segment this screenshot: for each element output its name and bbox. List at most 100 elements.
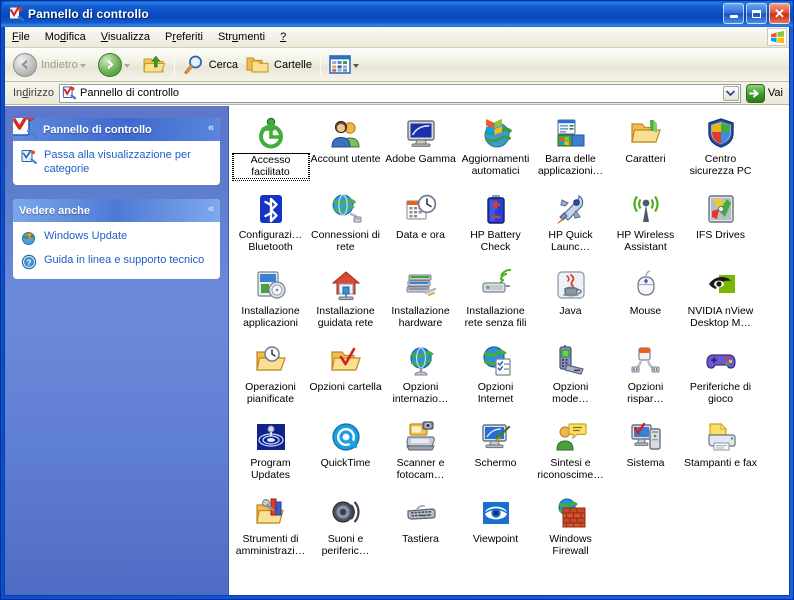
control-panel-item[interactable]: Schermo [458, 418, 533, 494]
control-panel-item[interactable]: HP Battery Check [458, 190, 533, 266]
views-dropdown-icon[interactable] [352, 64, 359, 68]
control-panel-item-label: Adobe Gamma [385, 153, 456, 165]
task-pane-sidebar: Pannello di controllo « Passa alla visua… [5, 106, 229, 595]
menu-strumenti[interactable]: Strumenti [211, 28, 272, 46]
control-panel-item[interactable]: QuickTime [308, 418, 383, 494]
control-panel-item-label: Accesso facilitato [232, 153, 309, 179]
link-windows-update[interactable]: Windows Update [21, 229, 212, 246]
control-panel-item[interactable]: Centro sicurezza PC [683, 114, 758, 190]
control-panel-item-label: Tastiera [402, 533, 439, 545]
address-dropdown-icon[interactable] [722, 85, 739, 101]
control-panel-item[interactable]: Mouse [608, 266, 683, 342]
menu-help[interactable]: ? [273, 28, 293, 46]
control-panel-item[interactable]: Installazione guidata rete [308, 266, 383, 342]
menu-file[interactable]: File [5, 28, 37, 46]
panel-title: Pannello di controllo [43, 123, 152, 136]
control-panel-item[interactable]: Operazioni pianificate [233, 342, 308, 418]
control-panel-item[interactable]: IFS Drives [683, 190, 758, 266]
control-panel-item[interactable]: Configurazi… Bluetooth [233, 190, 308, 266]
control-panel-item-label: Opzioni internazio… [392, 381, 449, 405]
control-panel-item[interactable]: Stampanti e fax [683, 418, 758, 494]
control-panel-item[interactable]: Barra delle applicazioni… [533, 114, 608, 190]
control-panel-item[interactable]: Tastiera [383, 494, 458, 570]
address-input[interactable]: Pannello di controllo [58, 83, 741, 103]
back-button[interactable]: Indietro [9, 51, 94, 79]
link-switch-to-category-view[interactable]: Passa alla visualizzazione per categorie [21, 148, 212, 176]
control-panel-icon-grid: Accesso facilitato Account utente Adobe Ga… [231, 114, 789, 570]
control-panel-item-label: Schermo [474, 457, 517, 469]
maximize-button[interactable] [746, 3, 767, 24]
menu-visualizza[interactable]: Visualizza [94, 28, 157, 46]
control-panel-item[interactable]: Viewpoint [458, 494, 533, 570]
control-panel-item[interactable]: Accesso facilitato [231, 114, 310, 190]
control-panel-item[interactable]: Opzioni rispar… [608, 342, 683, 418]
control-panel-item[interactable]: Strumenti di amministrazi… [233, 494, 308, 570]
control-panel-item-label: QuickTime [320, 457, 371, 469]
panel-see-also: Vedere anche « Windows Update ? Guida in… [13, 199, 220, 279]
search-icon [183, 54, 205, 76]
go-button[interactable]: Vai [741, 83, 787, 103]
program-updates-icon [255, 421, 287, 453]
control-panel-item[interactable]: Suoni e periferic… [308, 494, 383, 570]
close-button[interactable]: ✕ [769, 3, 790, 24]
window-chrome: File Modifica Visualizza Preferiti Strum… [4, 27, 790, 596]
control-panel-item[interactable]: Adobe Gamma [383, 114, 458, 190]
up-button[interactable] [138, 51, 170, 79]
help-support-icon: ? [21, 254, 37, 270]
control-panel-item[interactable]: Caratteri [608, 114, 683, 190]
control-panel-item-label-box: Accesso facilitato [231, 153, 310, 181]
forward-dropdown-icon[interactable] [123, 64, 130, 68]
forward-button[interactable] [94, 51, 138, 79]
wireless-network-setup-icon [480, 269, 512, 301]
control-panel-item-label: Sistema [626, 457, 665, 469]
control-panel-item-label: Sintesi e riconoscime… [537, 457, 604, 481]
control-panel-item[interactable]: Opzioni mode… [533, 342, 608, 418]
folders-button[interactable]: Cartelle [242, 51, 316, 79]
control-panel-item[interactable]: Sintesi e riconoscime… [533, 418, 608, 494]
control-panel-items-area[interactable]: Accesso facilitato Account utente Adobe Ga… [229, 106, 789, 595]
control-panel-item-label-box: Strumenti di amministrazi… [234, 533, 308, 557]
control-panel-item-label-box: Caratteri [609, 153, 683, 165]
panel-header-control-panel[interactable]: Pannello di controllo « [13, 118, 220, 141]
control-panel-item[interactable]: Installazione hardware [383, 266, 458, 342]
control-panel-item-label-box: HP Battery Check [459, 229, 533, 253]
control-panel-item[interactable]: Aggiornamenti automatici [458, 114, 533, 190]
control-panel-item[interactable]: Installazione applicazioni [233, 266, 308, 342]
views-button[interactable] [325, 51, 367, 79]
control-panel-item[interactable]: Windows Firewall [533, 494, 608, 570]
system-icon [630, 421, 662, 453]
control-panel-item[interactable]: Data e ora [383, 190, 458, 266]
control-panel-item-label: Installazione rete senza fili [464, 305, 527, 329]
control-panel-item[interactable]: Account utente [308, 114, 383, 190]
control-panel-item-label: Viewpoint [472, 533, 519, 545]
control-panel-item[interactable]: Installazione rete senza fili [458, 266, 533, 342]
control-panel-item[interactable]: Opzioni cartella [308, 342, 383, 418]
control-panel-item[interactable]: Opzioni internazio… [383, 342, 458, 418]
control-panel-item[interactable]: NVIDIA nView Desktop M… [683, 266, 758, 342]
control-panel-item[interactable]: HP Wireless Assistant [608, 190, 683, 266]
search-button[interactable]: Cerca [179, 51, 242, 79]
control-panel-item[interactable]: Opzioni Internet [458, 342, 533, 418]
control-panel-item-label-box: Installazione guidata rete [309, 305, 383, 329]
control-panel-item[interactable]: HP Quick Launc… [533, 190, 608, 266]
window-titlebar[interactable]: Pannello di controllo ✕ [1, 1, 793, 27]
control-panel-item[interactable]: Program Updates [233, 418, 308, 494]
menu-preferiti[interactable]: Preferiti [158, 28, 210, 46]
control-panel-item-label: Barra delle applicazioni… [537, 153, 604, 177]
menu-modifica[interactable]: Modifica [38, 28, 93, 46]
chevron-up-icon[interactable]: « [208, 204, 214, 215]
control-panel-item[interactable]: Connessioni di rete [308, 190, 383, 266]
chevron-up-icon[interactable]: « [208, 123, 214, 134]
link-help-support[interactable]: ? Guida in linea e supporto tecnico [21, 253, 212, 270]
control-panel-item-label: Opzioni Internet [477, 381, 514, 405]
windows-flag-icon [767, 28, 787, 46]
control-panel-item[interactable]: Java [533, 266, 608, 342]
back-dropdown-icon[interactable] [79, 64, 86, 68]
control-panel-item[interactable]: Sistema [608, 418, 683, 494]
minimize-button[interactable] [723, 3, 744, 24]
control-panel-item[interactable]: Scanner e fotocam… [383, 418, 458, 494]
control-panel-item[interactable]: Periferiche di gioco [683, 342, 758, 418]
control-panel-item-label-box: Viewpoint [459, 533, 533, 545]
panel-header-see-also[interactable]: Vedere anche « [13, 199, 220, 222]
control-panel-icon [8, 6, 24, 22]
